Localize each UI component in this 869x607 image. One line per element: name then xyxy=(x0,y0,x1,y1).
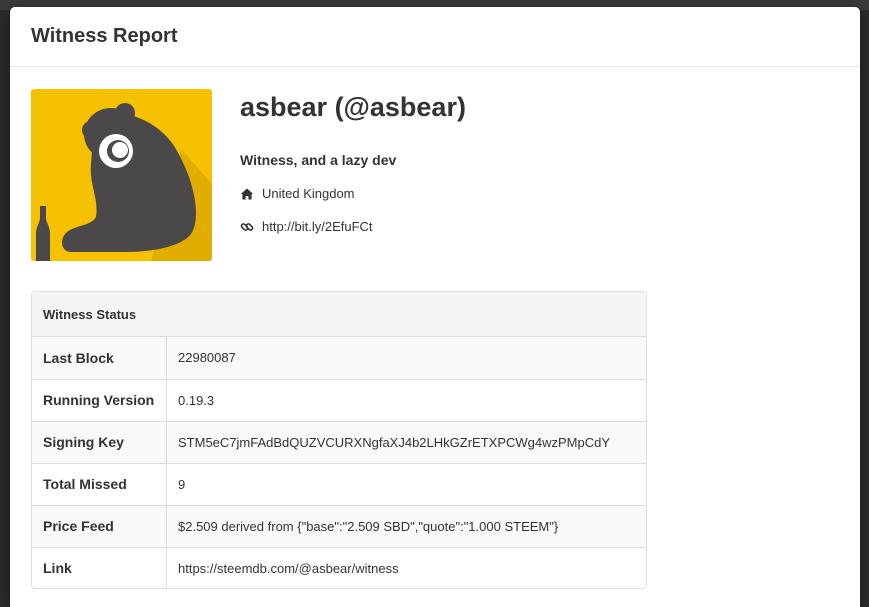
table-row: Link https://steemdb.com/@asbear/witness xyxy=(32,546,646,588)
modal-title: Witness Report xyxy=(31,25,178,47)
witness-report-modal: Witness Report asbear (@asbear) Witness,… xyxy=(10,7,860,607)
table-row: Last Block 22980087 xyxy=(32,337,646,379)
row-label: Running Version xyxy=(32,378,167,421)
row-label: Link xyxy=(32,546,167,588)
panel-heading: Witness Status xyxy=(32,292,646,337)
table-row: Signing Key STM5eC7jmFAdBdQUZVCURXNgfaXJ… xyxy=(32,420,646,463)
witness-name: asbear (@asbear) xyxy=(240,92,466,122)
modal-header: Witness Report xyxy=(10,7,860,67)
row-label: Price Feed xyxy=(32,504,167,547)
witness-about: Witness, and a lazy dev xyxy=(240,152,397,168)
table-row: Total Missed 9 xyxy=(32,462,646,505)
witness-status-panel: Witness Status Last Block 22980087 Runni… xyxy=(31,291,647,589)
bear-avatar-image xyxy=(31,89,212,261)
row-label: Signing Key xyxy=(32,420,167,463)
website-link[interactable]: http://bit.ly/2EfuFCt xyxy=(262,219,373,234)
avatar xyxy=(31,89,212,261)
row-value: 0.19.3 xyxy=(166,378,646,421)
row-value: STM5eC7jmFAdBdQUZVCURXNgfaXJ4b2LHkGZrETX… xyxy=(166,420,646,463)
location-text: United Kingdom xyxy=(262,186,355,201)
location-row: United Kingdom xyxy=(240,186,355,201)
row-value: 9 xyxy=(166,462,646,505)
website-row[interactable]: http://bit.ly/2EfuFCt xyxy=(240,219,373,234)
row-label: Last Block xyxy=(32,337,167,379)
status-table: Last Block 22980087 Running Version 0.19… xyxy=(32,337,646,588)
row-value: 22980087 xyxy=(166,337,646,379)
home-icon xyxy=(240,188,254,199)
link-icon xyxy=(240,222,254,231)
row-label: Total Missed xyxy=(32,462,167,505)
table-row: Price Feed $2.509 derived from {"base":"… xyxy=(32,504,646,547)
row-value: $2.509 derived from {"base":"2.509 SBD",… xyxy=(166,504,646,547)
table-row: Running Version 0.19.3 xyxy=(32,378,646,421)
steemdb-link[interactable]: https://steemdb.com/@asbear/witness xyxy=(166,546,646,588)
